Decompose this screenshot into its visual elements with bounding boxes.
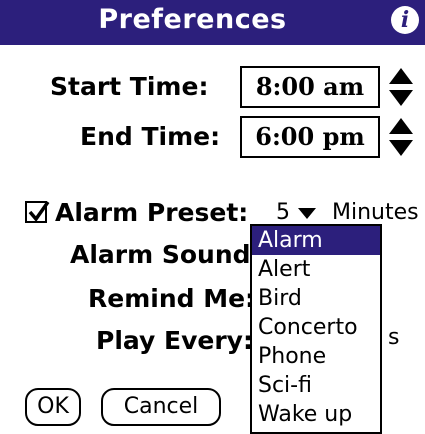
play-every-label: Play Every: <box>96 326 253 355</box>
end-time-field[interactable]: 6:00 pm <box>240 116 380 158</box>
remind-me-label: Remind Me: <box>88 284 256 313</box>
end-time-stepper[interactable] <box>388 116 414 158</box>
popup-item-wake-up[interactable]: Wake up <box>252 400 380 429</box>
start-time-stepper[interactable] <box>388 66 414 108</box>
page-title: Preferences <box>98 4 287 35</box>
up-down-arrows-icon[interactable] <box>388 66 414 108</box>
alarm-sound-popup-list[interactable]: Alarm Alert Bird Concerto Phone Sci-fi W… <box>250 224 382 434</box>
dropdown-triangle-icon[interactable] <box>298 208 316 220</box>
info-icon[interactable]: i <box>391 6 419 34</box>
title-bar: Preferences i <box>0 0 425 45</box>
alarm-preset-value[interactable]: 5 <box>276 200 290 225</box>
alarm-preset-checkbox[interactable] <box>25 200 50 223</box>
end-time-label: End Time: <box>80 122 221 151</box>
alarm-preset-unit: Minutes <box>332 200 419 225</box>
alarm-preset-label: Alarm Preset: <box>55 198 249 227</box>
popup-item-sci-fi[interactable]: Sci-fi <box>252 371 380 400</box>
up-down-arrows-icon[interactable] <box>388 116 414 158</box>
start-time-label: Start Time: <box>50 72 209 101</box>
cancel-button[interactable]: Cancel <box>101 388 221 426</box>
alarm-sound-label: Alarm Sound: <box>70 240 261 269</box>
ok-button[interactable]: OK <box>25 388 81 426</box>
popup-item-phone[interactable]: Phone <box>252 342 380 371</box>
start-time-field[interactable]: 8:00 am <box>240 66 380 108</box>
play-every-suffix: s <box>388 325 400 350</box>
popup-item-concerto[interactable]: Concerto <box>252 313 380 342</box>
popup-item-alert[interactable]: Alert <box>252 255 380 284</box>
popup-item-bird[interactable]: Bird <box>252 284 380 313</box>
checkmark-icon <box>28 200 50 222</box>
popup-item-alarm[interactable]: Alarm <box>252 226 380 255</box>
